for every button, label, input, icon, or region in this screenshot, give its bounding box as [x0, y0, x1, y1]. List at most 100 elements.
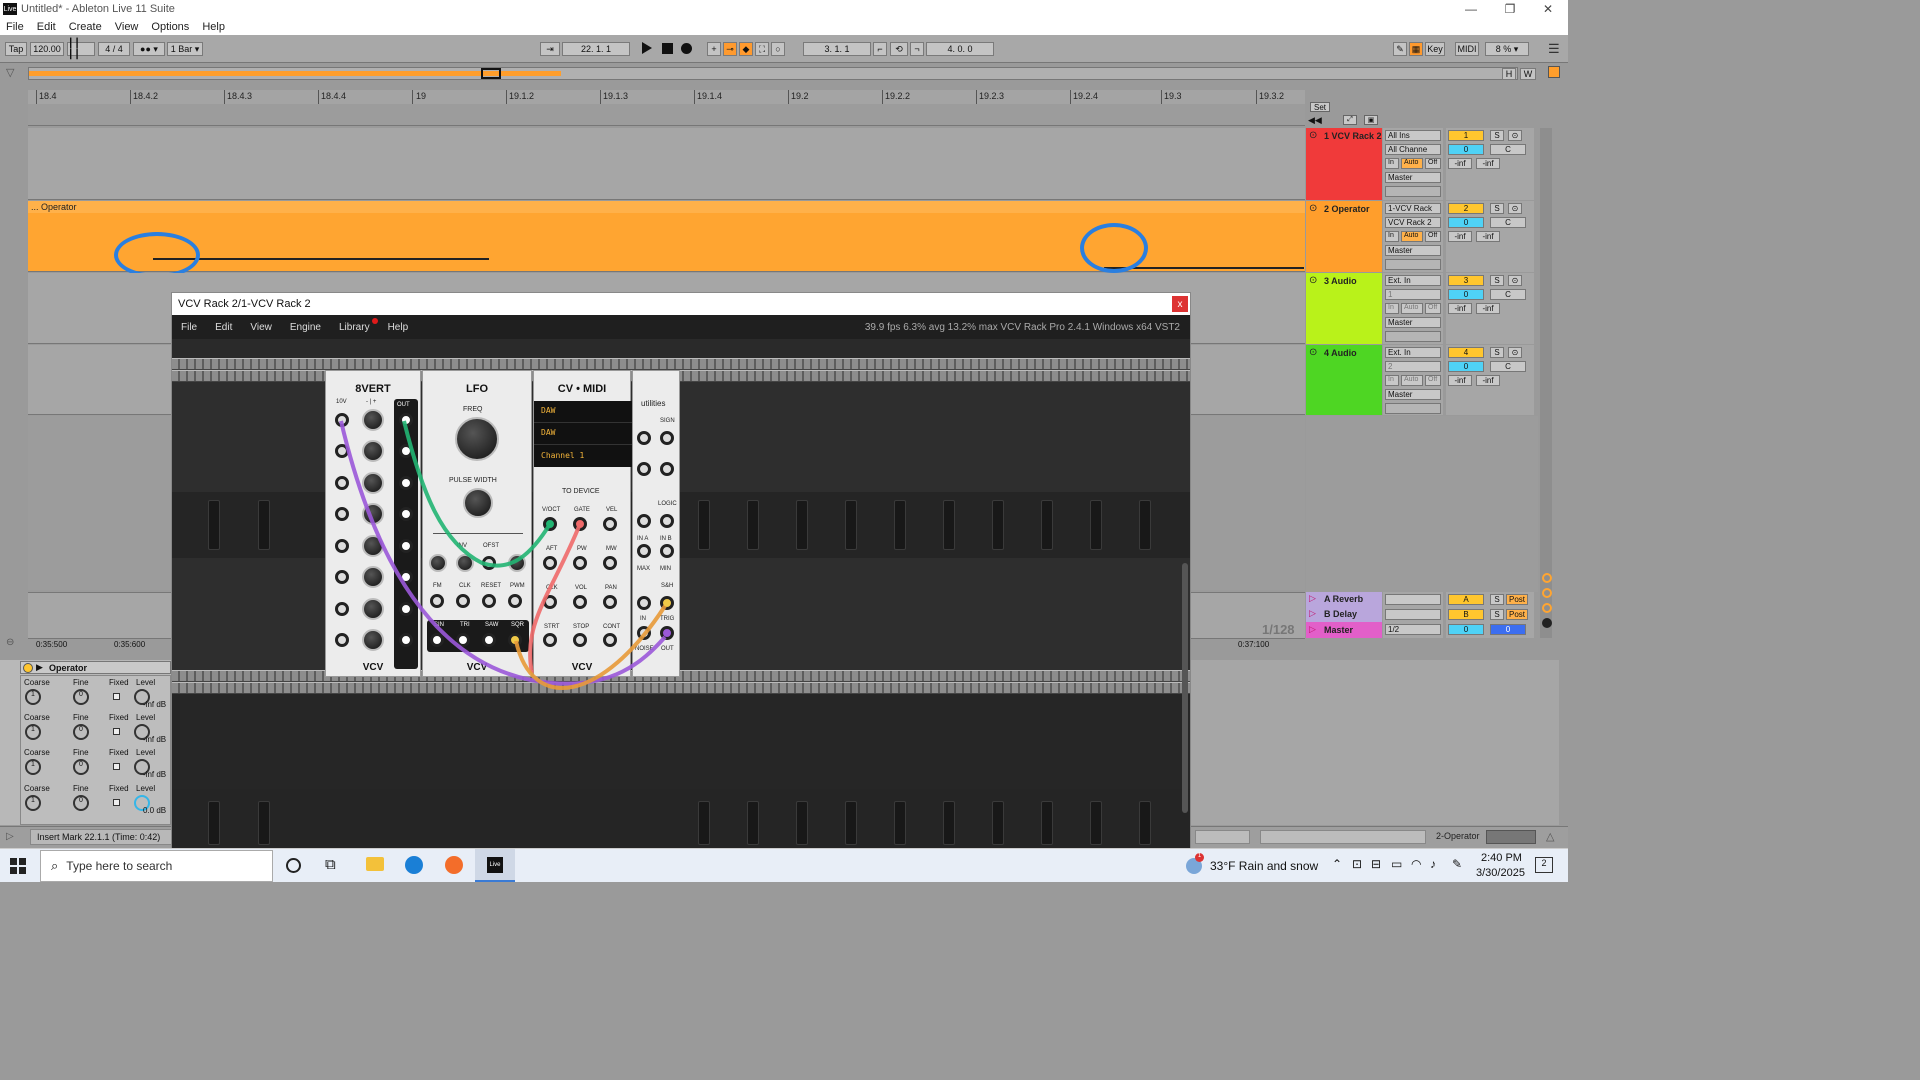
- rack-row-3[interactable]: [172, 789, 1190, 849]
- freq-knob[interactable]: [455, 417, 499, 461]
- input-type-dropdown[interactable]: Ext. In: [1385, 275, 1441, 286]
- volume-field[interactable]: 0: [1448, 289, 1484, 300]
- monitor-off-button[interactable]: Off: [1425, 231, 1441, 242]
- pan-jack[interactable]: [603, 595, 617, 609]
- pw-jack[interactable]: [573, 556, 587, 570]
- midi-map-button[interactable]: MIDI: [1455, 42, 1479, 56]
- close-button[interactable]: ✕: [1529, 0, 1567, 18]
- track-activator[interactable]: 3: [1448, 275, 1484, 286]
- stop-icon[interactable]: [662, 43, 673, 54]
- vcv-menu-view[interactable]: View: [250, 322, 272, 333]
- send-b-field[interactable]: -inf: [1476, 375, 1500, 386]
- output-channel-dropdown[interactable]: [1385, 259, 1441, 270]
- send-a-field[interactable]: -inf: [1448, 303, 1472, 314]
- monitor-auto-button[interactable]: Auto: [1401, 231, 1423, 242]
- beat-time-ruler[interactable]: 18.4 18.4.2 18.4.3 18.4.4 19 19.1.2 19.1…: [28, 90, 1305, 104]
- task-view-icon[interactable]: ⧉: [325, 856, 336, 873]
- module-cv-midi[interactable]: CV • MIDI DAW DAW Channel 1 TO DEVICE V/…: [533, 370, 632, 677]
- vel-jack[interactable]: [603, 517, 617, 531]
- expand-icon[interactable]: ⤢: [1343, 115, 1357, 125]
- monitor-off-button[interactable]: Off: [1425, 375, 1441, 386]
- input-jack[interactable]: [335, 507, 349, 521]
- output-jack[interactable]: [399, 476, 413, 490]
- attenuverter-knob[interactable]: [362, 440, 384, 462]
- volume-field[interactable]: 0: [1448, 361, 1484, 372]
- w-button[interactable]: W: [1520, 68, 1536, 80]
- vcv-menu-library[interactable]: Library: [339, 317, 378, 333]
- output-dropdown[interactable]: Master: [1385, 317, 1441, 328]
- fixed-checkbox[interactable]: [113, 799, 120, 806]
- vcv-menu-engine[interactable]: Engine: [290, 322, 321, 333]
- arm-button[interactable]: ⊙: [1508, 275, 1522, 286]
- loop-icon[interactable]: ⟲: [890, 42, 908, 56]
- pan-field[interactable]: C: [1490, 361, 1526, 372]
- output-jack[interactable]: [399, 539, 413, 553]
- device-expand-icon[interactable]: ▶: [36, 662, 43, 673]
- tray-app-icon[interactable]: ⊟: [1371, 857, 1381, 871]
- clk-jack[interactable]: [543, 595, 557, 609]
- master-volume[interactable]: 0: [1448, 624, 1484, 635]
- output-jack[interactable]: [399, 413, 413, 427]
- input-channel-dropdown[interactable]: All Channe: [1385, 144, 1441, 155]
- restore-button[interactable]: ❐: [1491, 0, 1529, 18]
- driver-select[interactable]: DAW: [541, 406, 555, 415]
- reset-jack[interactable]: [482, 594, 496, 608]
- mw-jack[interactable]: [603, 556, 617, 570]
- output-channel-dropdown[interactable]: [1385, 403, 1441, 414]
- input-jack[interactable]: [335, 602, 349, 616]
- rack-row-2[interactable]: [172, 694, 1190, 789]
- menu-file[interactable]: File: [6, 21, 24, 33]
- input-type-dropdown[interactable]: Ext. In: [1385, 347, 1441, 358]
- coarse-knob[interactable]: 1: [25, 759, 41, 775]
- loop-start-field[interactable]: 3. 1. 1: [803, 42, 871, 56]
- attenuverter-knob[interactable]: [362, 629, 384, 651]
- logic-jack[interactable]: [660, 514, 674, 528]
- sin-jack[interactable]: [430, 633, 444, 647]
- module-utilities[interactable]: utilities SIGN LOGIC IN A IN B MAX MIN S…: [632, 370, 680, 677]
- fold-icon[interactable]: ⊙: [1309, 203, 1317, 214]
- metronome-icon[interactable]: ●● ▾: [133, 42, 165, 56]
- input-jack[interactable]: [335, 476, 349, 490]
- volume-field[interactable]: 0: [1448, 144, 1484, 155]
- key-map-button[interactable]: Key: [1425, 42, 1445, 56]
- midi-note[interactable]: [153, 258, 489, 260]
- solo-button[interactable]: S: [1490, 609, 1504, 620]
- logic-jack[interactable]: [637, 514, 651, 528]
- arm-button[interactable]: ⊙: [1508, 347, 1522, 358]
- pan-field[interactable]: C: [1490, 217, 1526, 228]
- overdub-icon[interactable]: +: [707, 42, 721, 56]
- output-jack[interactable]: [399, 570, 413, 584]
- fold-icon[interactable]: ⊙: [1309, 275, 1317, 286]
- post-button[interactable]: Post: [1506, 609, 1528, 620]
- min-jack[interactable]: [660, 544, 674, 558]
- monitor-off-button[interactable]: Off: [1425, 158, 1441, 169]
- send-b-field[interactable]: -inf: [1476, 158, 1500, 169]
- taskbar-live-button[interactable]: Live: [475, 849, 515, 882]
- channel-select[interactable]: Channel 1: [541, 451, 584, 460]
- monitor-off-button[interactable]: Off: [1425, 303, 1441, 314]
- sh-trig-jack[interactable]: [660, 596, 674, 610]
- output-jack[interactable]: [399, 602, 413, 616]
- vcv-close-button[interactable]: x: [1172, 296, 1188, 312]
- track-activator[interactable]: 2: [1448, 203, 1484, 214]
- monitor-in-button[interactable]: In: [1385, 303, 1399, 314]
- output-jack[interactable]: [399, 507, 413, 521]
- fine-knob[interactable]: 0: [73, 689, 89, 705]
- set-button[interactable]: Set: [1310, 102, 1330, 112]
- gate-jack[interactable]: [573, 517, 587, 531]
- sqr-jack[interactable]: [508, 633, 522, 647]
- noise-jack[interactable]: [637, 626, 651, 640]
- follow-icon[interactable]: ⇥: [540, 42, 560, 56]
- status-expand-icon[interactable]: ▷: [6, 831, 14, 842]
- return-output-dropdown[interactable]: [1385, 609, 1441, 620]
- tempo-field[interactable]: 120.00: [30, 42, 64, 56]
- back-to-arrangement-icon[interactable]: ◆: [739, 42, 753, 56]
- input-channel-dropdown[interactable]: 2: [1385, 361, 1441, 372]
- send-a-field[interactable]: -inf: [1448, 375, 1472, 386]
- battery-icon[interactable]: ▭: [1391, 857, 1402, 871]
- fold-icon[interactable]: ⊙: [1309, 130, 1317, 141]
- clock-time[interactable]: 2:40 PM: [1481, 852, 1522, 864]
- loop-length-field[interactable]: 4. 0. 0: [926, 42, 994, 56]
- track-header-4[interactable]: ⊙ 4 Audio: [1306, 345, 1382, 415]
- solo-button[interactable]: S: [1490, 594, 1504, 605]
